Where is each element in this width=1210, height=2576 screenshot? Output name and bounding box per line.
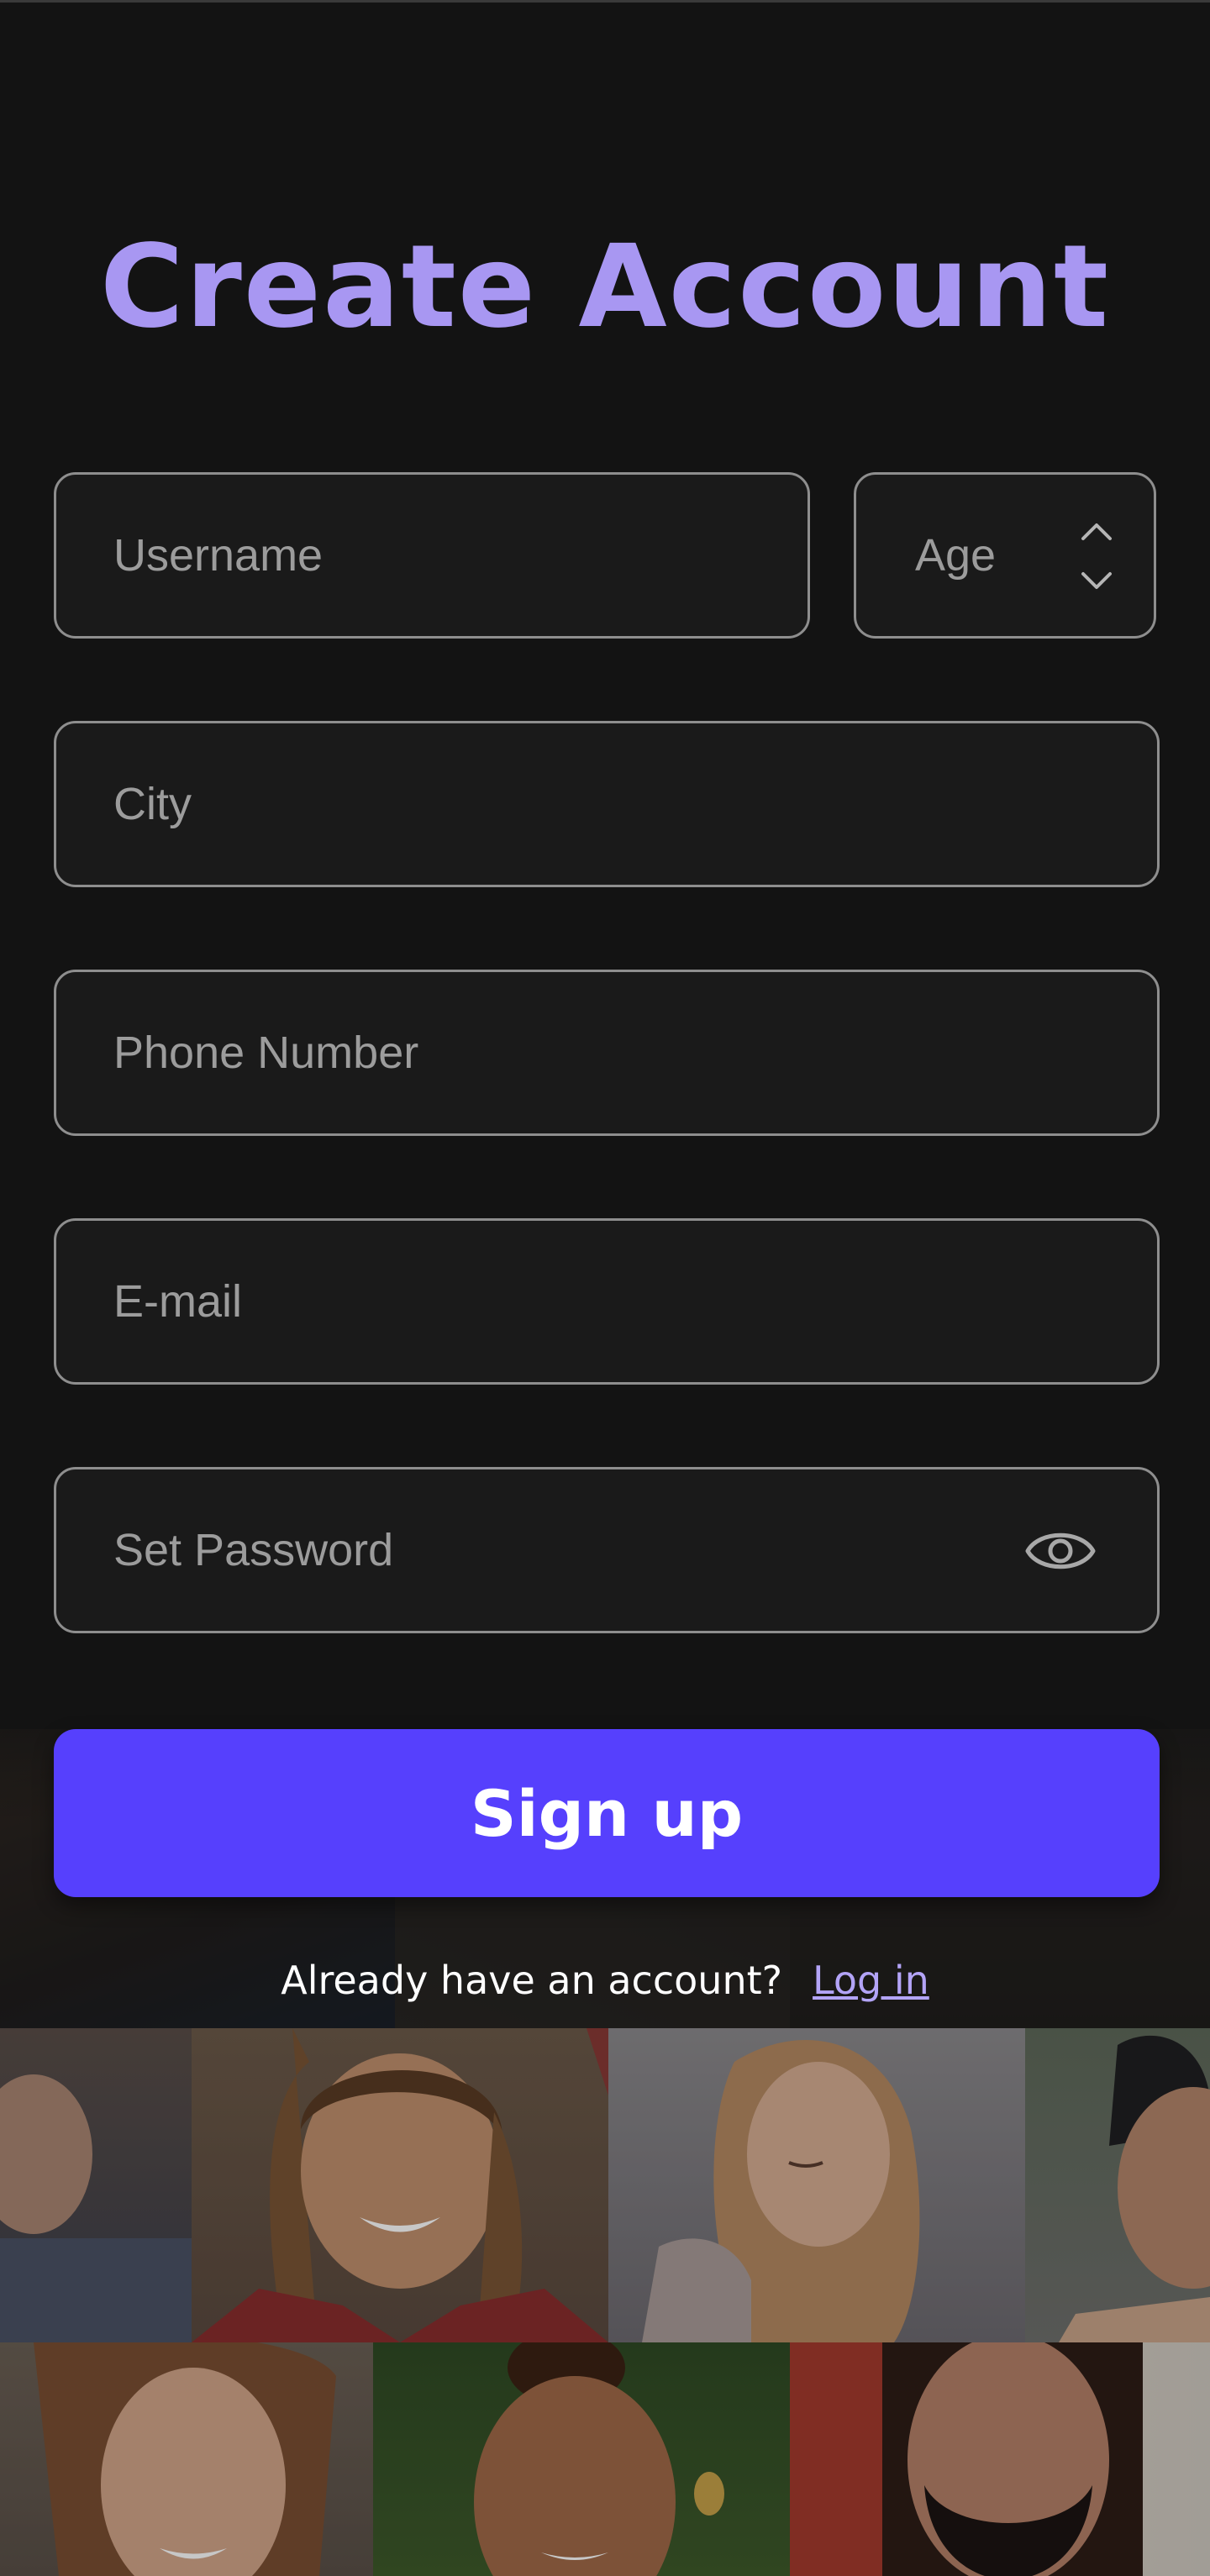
login-prompt-text: Already have an account? [281,1958,783,2003]
phone-input[interactable] [56,972,1157,1133]
login-link[interactable]: Log in [813,1958,929,2003]
email-field[interactable] [54,1218,1160,1385]
eye-icon[interactable] [1024,1522,1097,1580]
top-divider [0,0,1210,3]
chevron-up-icon[interactable] [1076,515,1117,545]
login-prompt-row: Already have an account? Log in [0,1958,1210,2003]
age-field[interactable] [854,472,1156,639]
email-input[interactable] [56,1221,1157,1382]
signup-page: Create Account Username Age City Phone N… [0,0,1210,2576]
password-field[interactable] [54,1467,1160,1633]
city-input[interactable] [56,723,1157,885]
phone-field[interactable] [54,970,1160,1136]
signup-button[interactable]: Sign up [54,1729,1160,1897]
chevron-down-icon[interactable] [1076,567,1117,597]
city-field[interactable] [54,721,1160,887]
username-field[interactable] [54,472,810,639]
page-title: Create Account [99,221,1111,354]
age-stepper[interactable] [1076,515,1117,599]
username-input[interactable] [56,475,808,636]
password-input[interactable] [56,1469,1157,1631]
